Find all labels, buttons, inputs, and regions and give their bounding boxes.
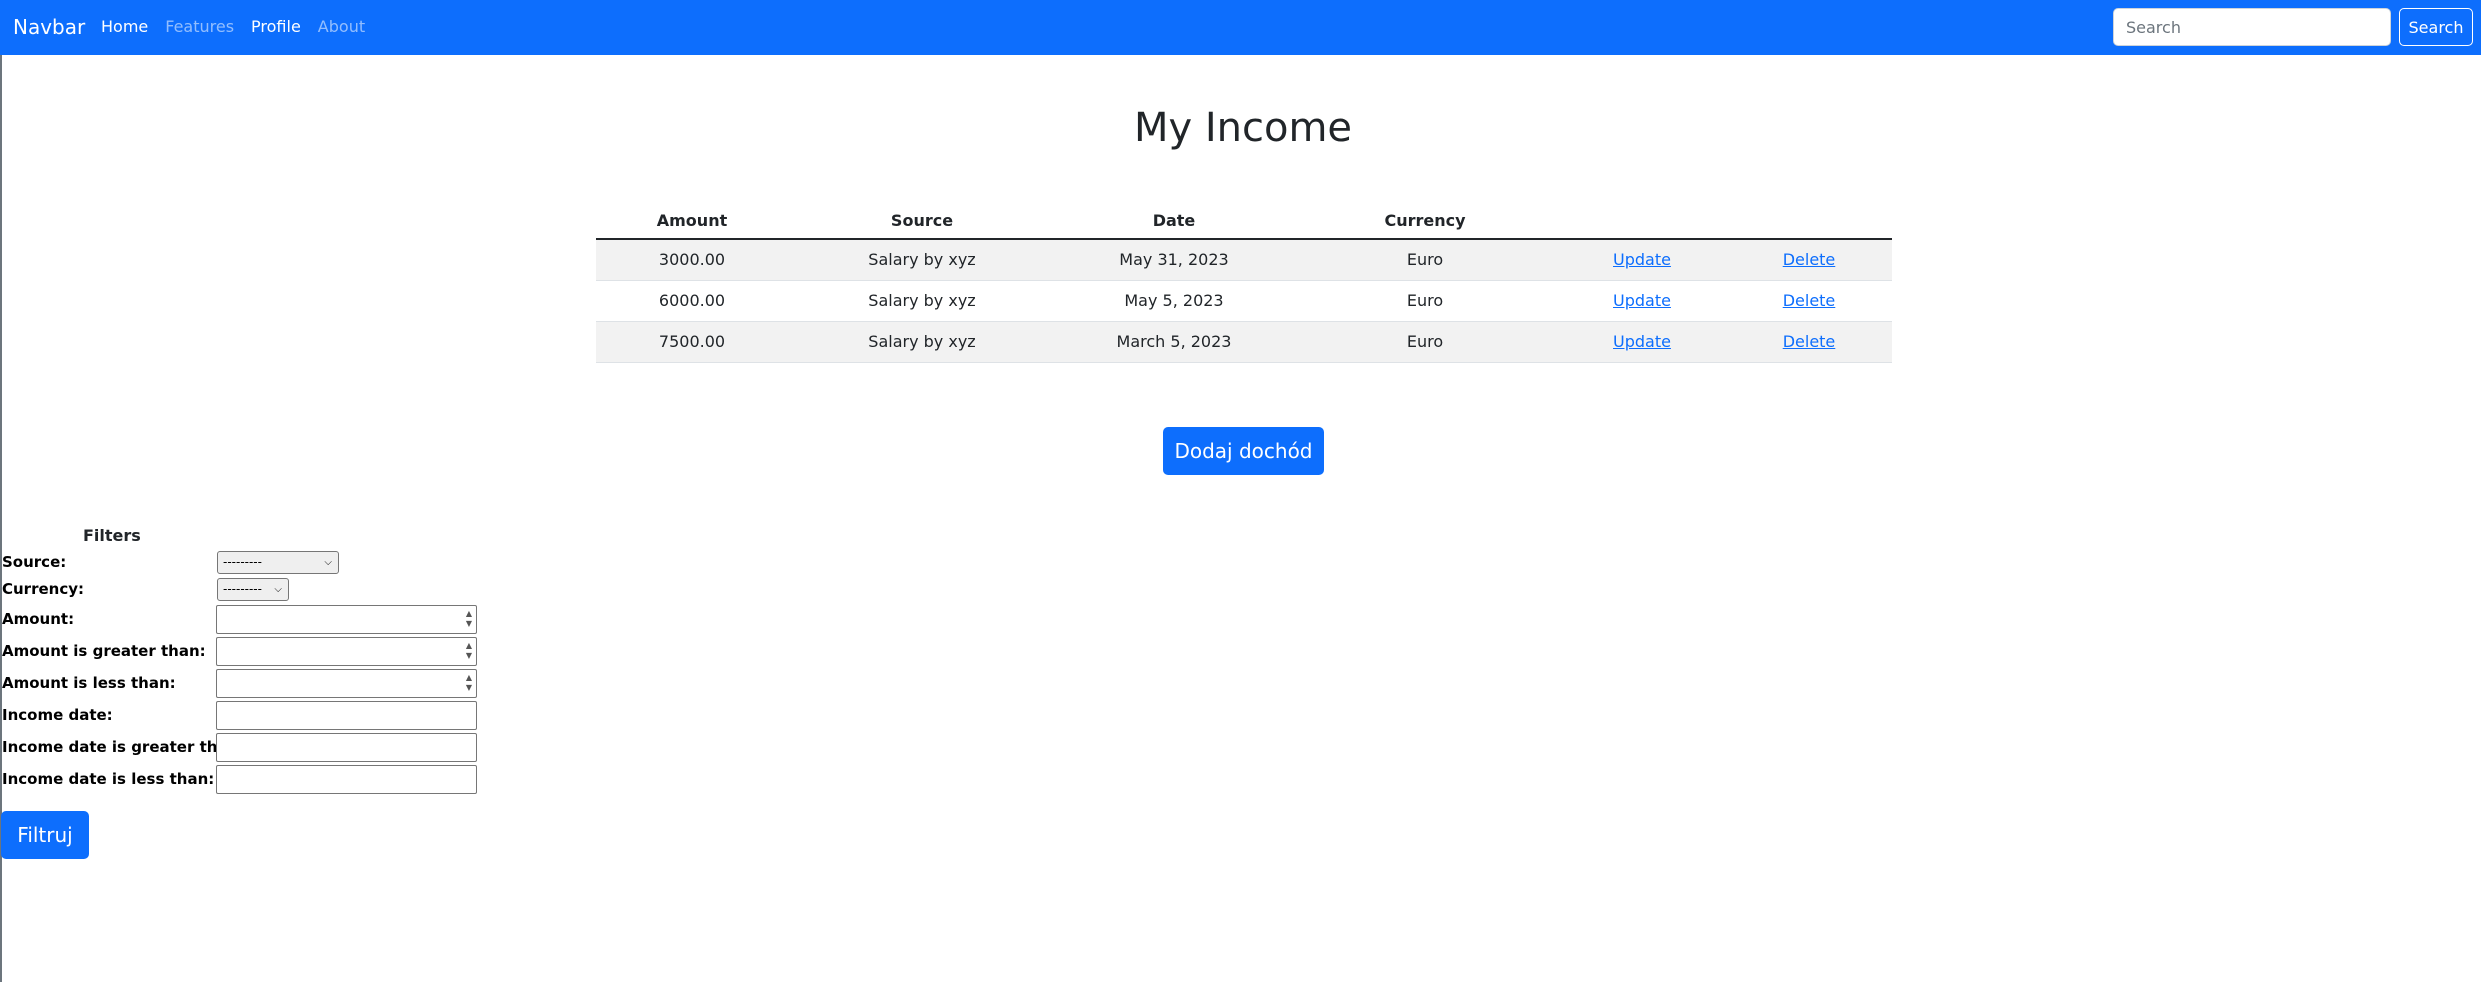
nav-link-features[interactable]: Features	[165, 16, 234, 38]
cell-amount: 6000.00	[596, 280, 788, 322]
cell-date: May 5, 2023	[1056, 280, 1292, 322]
cell-currency: Euro	[1292, 321, 1558, 363]
currency-select[interactable]: --------- ⌵	[217, 578, 289, 601]
cell-date: May 31, 2023	[1056, 239, 1292, 281]
cell-update: Update	[1558, 321, 1726, 363]
cell-delete: Delete	[1726, 280, 1892, 322]
amount-gt-input[interactable]: ▲ ▼	[216, 637, 477, 666]
search-input[interactable]	[2113, 8, 2391, 46]
cell-amount: 3000.00	[596, 239, 788, 281]
amount-input[interactable]: ▲ ▼	[216, 605, 477, 634]
currency-label: Currency:	[2, 580, 85, 598]
search-button[interactable]: Search	[2399, 8, 2473, 46]
cell-update: Update	[1558, 280, 1726, 322]
cell-currency: Euro	[1292, 280, 1558, 322]
spinner-icon[interactable]: ▲ ▼	[466, 673, 472, 693]
filter-submit-button[interactable]: Filtruj	[1, 811, 89, 859]
amount-lt-input[interactable]: ▲ ▼	[216, 669, 477, 698]
page-title: My Income	[1133, 105, 1353, 151]
cell-source: Salary by xyz	[788, 280, 1056, 322]
amount-gt-label: Amount is greater than:	[2, 642, 206, 660]
delete-link[interactable]: Delete	[1783, 291, 1836, 310]
table-row: 7500.00 Salary by xyz March 5, 2023 Euro…	[596, 321, 1892, 363]
table-row: 3000.00 Salary by xyz May 31, 2023 Euro …	[596, 239, 1892, 281]
income-date-lt-input[interactable]	[216, 765, 477, 794]
update-link[interactable]: Update	[1613, 250, 1671, 269]
spinner-icon[interactable]: ▲ ▼	[466, 609, 472, 629]
cell-amount: 7500.00	[596, 321, 788, 363]
income-table: Amount Source Date Currency 3000.00 Sala…	[596, 203, 1892, 363]
income-date-lt-label: Income date is less than:	[2, 770, 215, 788]
cell-delete: Delete	[1726, 321, 1892, 363]
header-date: Date	[1056, 203, 1292, 240]
cell-currency: Euro	[1292, 239, 1558, 281]
source-select-value: ---------	[223, 555, 262, 569]
nav-links: Home Features Profile About	[101, 16, 382, 38]
navbar-brand[interactable]: Navbar	[13, 15, 85, 40]
income-date-input[interactable]	[216, 701, 477, 730]
income-date-gt-label: Income date is greater than:	[2, 738, 245, 756]
nav-link-about[interactable]: About	[318, 16, 365, 38]
cell-update: Update	[1558, 239, 1726, 281]
table-header-row: Amount Source Date Currency	[596, 203, 1892, 240]
source-label: Source:	[2, 553, 67, 571]
header-source: Source	[788, 203, 1056, 240]
currency-select-value: ---------	[223, 582, 262, 596]
table-row: 6000.00 Salary by xyz May 5, 2023 Euro U…	[596, 280, 1892, 322]
add-income-button[interactable]: Dodaj dochód	[1163, 427, 1324, 475]
cell-date: March 5, 2023	[1056, 321, 1292, 363]
spinner-icon[interactable]: ▲ ▼	[466, 641, 472, 661]
navbar: Navbar Home Features Profile About Searc…	[0, 0, 2481, 55]
source-select[interactable]: --------- ⌵	[217, 551, 339, 574]
chevron-down-icon: ⌵	[274, 584, 282, 595]
income-date-label: Income date:	[2, 706, 113, 724]
update-link[interactable]: Update	[1613, 332, 1671, 351]
chevron-down-icon: ⌵	[324, 557, 332, 568]
header-amount: Amount	[596, 203, 788, 240]
filters-title: Filters	[83, 526, 141, 545]
cell-source: Salary by xyz	[788, 239, 1056, 281]
amount-label: Amount:	[2, 610, 75, 628]
header-update	[1558, 203, 1726, 240]
cell-delete: Delete	[1726, 239, 1892, 281]
header-currency: Currency	[1292, 203, 1558, 240]
delete-link[interactable]: Delete	[1783, 332, 1836, 351]
amount-lt-label: Amount is less than:	[2, 674, 176, 692]
nav-link-home[interactable]: Home	[101, 16, 148, 38]
delete-link[interactable]: Delete	[1783, 250, 1836, 269]
update-link[interactable]: Update	[1613, 291, 1671, 310]
income-date-gt-input[interactable]	[216, 733, 477, 762]
cell-source: Salary by xyz	[788, 321, 1056, 363]
header-delete	[1726, 203, 1892, 240]
nav-link-profile[interactable]: Profile	[251, 16, 301, 38]
